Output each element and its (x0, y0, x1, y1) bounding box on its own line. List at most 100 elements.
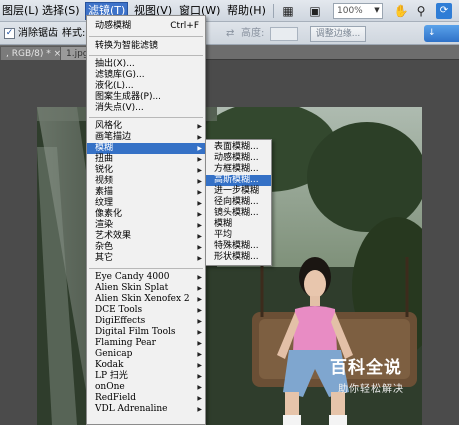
menu-item-plugin-dce-tools[interactable]: DCE Tools ▶ (87, 305, 205, 316)
submenu-arrow-icon: ▶ (197, 384, 202, 391)
last-filter-label: 动感模糊 (95, 21, 132, 31)
document-tab-bar: , RGB/8) * × 1.jpg (0, 45, 459, 60)
submenu-item-motion-blur[interactable]: 动感模糊... (206, 153, 271, 164)
submenu-arrow-icon: ▶ (197, 395, 202, 402)
menu-item-noise[interactable]: 杂色 ▶ (87, 242, 205, 253)
menu-item-sketch[interactable]: 素描 ▶ (87, 187, 205, 198)
zoom-tool-icon[interactable]: ⚲ (413, 3, 429, 19)
submenu-arrow-icon: ▶ (197, 340, 202, 347)
menu-item-label: 纹理 (95, 198, 114, 208)
antialias-checkbox[interactable]: ✓ (4, 28, 15, 39)
menu-item-liquify[interactable]: 液化(L)... (87, 81, 205, 92)
submenu-arrow-icon: ▶ (197, 406, 202, 413)
submenu-item-blur-more[interactable]: 进一步模糊 (206, 186, 271, 197)
menu-item-label: 扭曲 (95, 154, 114, 164)
menu-item-label: 风格化 (95, 121, 123, 131)
submenu-item-average[interactable]: 平均 (206, 230, 271, 241)
tab-document-active[interactable]: , RGB/8) * × (0, 46, 68, 60)
submenu-item-gaussian-blur[interactable]: 高斯模糊... (206, 175, 271, 186)
menu-item-plugin-kodak[interactable]: Kodak ▶ (87, 360, 205, 371)
menu-item-plugin-genicap[interactable]: Genicap ▶ (87, 349, 205, 360)
menu-item-plugin-onone[interactable]: onOne ▶ (87, 382, 205, 393)
menu-item-label: Kodak (95, 360, 124, 370)
workspace-button[interactable]: ↓ (424, 25, 459, 42)
menu-item-sharpen[interactable]: 锐化 ▶ (87, 165, 205, 176)
submenu-item-radial-blur[interactable]: 径向模糊... (206, 197, 271, 208)
menu-separator (89, 268, 203, 269)
filter-menu: 动感模糊 Ctrl+F 转换为智能滤镜 抽出(X)... 滤镜库(G)... 液… (86, 15, 206, 425)
last-filter-shortcut: Ctrl+F (170, 21, 199, 31)
menu-item-label: 视频 (95, 176, 114, 186)
menu-select[interactable]: 选择(S) (40, 2, 82, 20)
screen-mode-icon[interactable]: ▣ (307, 3, 323, 19)
submenu-item-blur[interactable]: 模糊 (206, 219, 271, 230)
menu-item-label: Alien Skin Splat (95, 283, 169, 293)
menu-item-extract[interactable]: 抽出(X)... (87, 59, 205, 70)
submenu-arrow-icon: ▶ (197, 156, 202, 163)
menu-item-plugin-digital-film-tools[interactable]: Digital Film Tools ▶ (87, 327, 205, 338)
menu-item-distort[interactable]: 扭曲 ▶ (87, 154, 205, 165)
submenu-arrow-icon: ▶ (197, 123, 202, 130)
submenu-arrow-icon: ▶ (197, 373, 202, 380)
menu-item-plugin-digieffects[interactable]: DigiEffects ▶ (87, 316, 205, 327)
menu-item-last-filter[interactable]: 动感模糊 Ctrl+F (87, 21, 205, 32)
style-label: 样式: (62, 28, 86, 39)
menu-item-label: Genicap (95, 349, 133, 359)
menu-separator (89, 55, 203, 56)
menu-item-plugin-vdl-adrenaline[interactable]: VDL Adrenaline ▶ (87, 404, 205, 415)
submenu-item-lens-blur[interactable]: 镜头模糊... (206, 208, 271, 219)
menu-item-plugin-xenofex[interactable]: Alien Skin Xenofex 2 ▶ (87, 294, 205, 305)
submenu-arrow-icon: ▶ (197, 211, 202, 218)
submenu-arrow-icon: ▶ (197, 167, 202, 174)
menu-item-plugin-lp-sweep[interactable]: LP 扫光 ▶ (87, 371, 205, 382)
submenu-item-smart-blur[interactable]: 特殊模糊... (206, 241, 271, 252)
bridge-icon[interactable]: ▦ (280, 3, 296, 19)
chevron-down-icon[interactable]: ▼ (371, 3, 383, 19)
menu-item-label: 其它 (95, 253, 114, 263)
swap-icon[interactable]: ⇄ (226, 27, 234, 40)
menu-item-label: LP 扫光 (95, 371, 128, 381)
menubar-divider (273, 4, 274, 18)
menu-item-video[interactable]: 视频 ▶ (87, 176, 205, 187)
menu-layer[interactable]: 图层(L) (0, 2, 41, 20)
submenu-arrow-icon: ▶ (197, 307, 202, 314)
submenu-item-surface-blur[interactable]: 表面模糊... (206, 142, 271, 153)
menu-item-pixelate[interactable]: 像素化 ▶ (87, 209, 205, 220)
menu-item-vanishing-point[interactable]: 消失点(V)... (87, 103, 205, 114)
menu-item-smart-filter[interactable]: 转换为智能滤镜 (87, 41, 205, 52)
submenu-item-box-blur[interactable]: 方框模糊... (206, 164, 271, 175)
submenu-arrow-icon: ▶ (197, 329, 202, 336)
menu-item-label: 渲染 (95, 220, 114, 230)
submenu-item-shape-blur[interactable]: 形状模糊... (206, 252, 271, 263)
menu-item-brush-strokes[interactable]: 画笔描边 ▶ (87, 132, 205, 143)
menu-item-plugin-redfield[interactable]: RedField ▶ (87, 393, 205, 404)
menu-item-pattern-maker[interactable]: 图案生成器(P)... (87, 92, 205, 103)
menu-item-artistic[interactable]: 艺术效果 ▶ (87, 231, 205, 242)
menu-item-filter-gallery[interactable]: 滤镜库(G)... (87, 70, 205, 81)
menu-item-label: Digital Film Tools (95, 327, 176, 337)
menu-item-other[interactable]: 其它 ▶ (87, 253, 205, 264)
menu-item-plugin-eye-candy[interactable]: Eye Candy 4000 ▶ (87, 272, 205, 283)
menu-item-render[interactable]: 渲染 ▶ (87, 220, 205, 231)
submenu-arrow-icon: ▶ (197, 200, 202, 207)
menu-item-blur[interactable]: 模糊 ▶ (87, 143, 205, 154)
height-label: 高度: (241, 28, 265, 39)
menu-bar: 图层(L) 选择(S) 滤镜(T) 视图(V) 窗口(W) 帮助(H) ▦ ▣ … (0, 0, 459, 22)
submenu-arrow-icon: ▶ (197, 285, 202, 292)
submenu-arrow-icon: ▶ (197, 274, 202, 281)
menu-item-label: Eye Candy 4000 (95, 272, 170, 282)
refine-edge-button[interactable]: 调整边缘... (310, 26, 366, 42)
menu-item-plugin-flaming-pear[interactable]: Flaming Pear ▶ (87, 338, 205, 349)
menu-item-plugin-splat[interactable]: Alien Skin Splat ▶ (87, 283, 205, 294)
submenu-arrow-icon: ▶ (197, 244, 202, 251)
menu-item-label: VDL Adrenaline (95, 404, 168, 414)
menu-item-texture[interactable]: 纹理 ▶ (87, 198, 205, 209)
submenu-arrow-icon: ▶ (197, 178, 202, 185)
submenu-arrow-icon: ▶ (197, 134, 202, 141)
menu-separator (89, 117, 203, 118)
height-field[interactable] (270, 27, 298, 41)
hand-tool-icon[interactable]: ✋ (393, 3, 409, 19)
menu-item-stylize[interactable]: 风格化 ▶ (87, 121, 205, 132)
rotate-view-icon[interactable]: ⟳ (436, 3, 452, 19)
menu-help[interactable]: 帮助(H) (225, 2, 268, 20)
